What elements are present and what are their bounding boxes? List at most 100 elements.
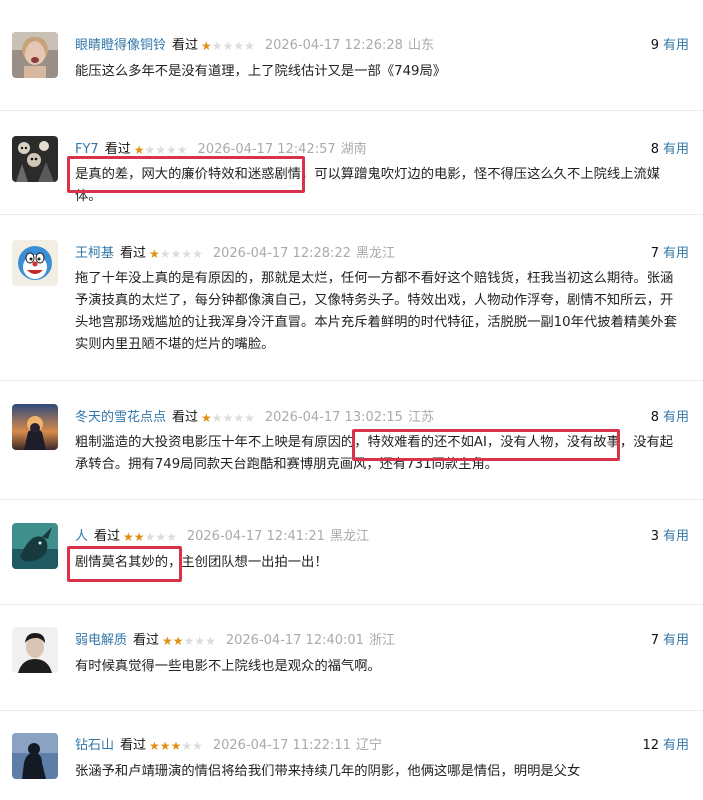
review-location: 黑龙江	[355, 246, 395, 261]
divider	[0, 110, 703, 111]
useful-vote-button[interactable]: 9 有用	[651, 36, 689, 56]
star-icon: ★	[211, 411, 223, 425]
useful-count: 8	[650, 142, 659, 157]
avatar[interactable]	[12, 523, 58, 569]
star-icon: ★	[144, 143, 156, 157]
divider	[0, 710, 703, 711]
review-time: 2026-04-17 12:40:01	[225, 633, 364, 648]
useful-label: 有用	[662, 142, 689, 157]
review-meta: 钻石山 看过 ★ ★ ★ ★ ★ 2026-04-17 11:22:11 辽宁	[75, 736, 382, 756]
useful-count: 7	[650, 633, 659, 648]
star-icon: ★	[181, 739, 193, 753]
star-icon: ★	[159, 739, 171, 753]
review-content: 能压这么多年不是没有道理，上了院线估计又是一部《749局》	[75, 64, 447, 79]
useful-vote-button[interactable]: 7 有用	[651, 244, 689, 264]
avatar[interactable]	[12, 733, 58, 779]
star-icon: ★	[192, 247, 203, 261]
star-icon: ★	[244, 411, 255, 425]
star-icon: ★	[170, 247, 182, 261]
review-content: 拖了十年没上真的是有原因的，那就是太烂，任何一方都不看好这个赔钱货，枉我当初这么…	[75, 271, 677, 352]
review-location: 辽宁	[355, 738, 382, 753]
watch-status: 看过	[120, 738, 147, 753]
watch-status: 看过	[94, 529, 121, 544]
star-icon: ★	[192, 739, 203, 753]
star-icon: ★	[172, 634, 184, 648]
avatar[interactable]	[12, 627, 58, 673]
star-icon: ★	[176, 143, 188, 157]
useful-label: 有用	[662, 529, 689, 544]
divider	[0, 214, 703, 215]
rating-stars: ★ ★ ★ ★ ★	[149, 740, 203, 752]
username-link[interactable]: 弱电解质	[75, 631, 127, 651]
star-icon: ★	[233, 39, 245, 53]
username-link[interactable]: 人	[75, 527, 88, 547]
star-icon: ★	[162, 634, 173, 648]
woman-portrait-icon	[12, 32, 58, 78]
rating-stars: ★ ★ ★ ★ ★	[201, 412, 255, 424]
useful-vote-button[interactable]: 8 有用	[651, 140, 689, 160]
cartoon-character-icon	[12, 240, 58, 286]
useful-count: 7	[650, 246, 659, 261]
star-icon: ★	[123, 530, 134, 544]
watch-status: 看过	[133, 633, 160, 648]
username-link[interactable]: 王柯基	[75, 244, 114, 264]
highlight-box	[352, 429, 620, 461]
star-icon: ★	[201, 39, 212, 53]
useful-label: 有用	[662, 738, 689, 753]
star-icon: ★	[170, 739, 182, 753]
useful-label: 有用	[662, 633, 689, 648]
star-icon: ★	[133, 530, 145, 544]
review-time: 2026-04-17 12:26:28	[264, 38, 403, 53]
star-icon: ★	[211, 39, 223, 53]
useful-vote-button[interactable]: 8 有用	[651, 408, 689, 428]
star-icon: ★	[155, 530, 167, 544]
review-time: 2026-04-17 13:02:15	[264, 410, 403, 425]
review-meta: 人 看过 ★ ★ ★ ★ ★ 2026-04-17 12:41:21 黑龙江	[75, 527, 369, 547]
review-meta: 眼睛瞪得像铜铃 看过 ★ ★ ★ ★ ★ 2026-04-17 12:26:28 山东	[75, 36, 434, 56]
review-content: 张涵予和卢靖珊演的情侣将给我们带来持续几年的阴影，他俩这哪是情侣，明明是父女	[75, 764, 581, 779]
sea-creature-icon	[12, 523, 58, 569]
useful-label: 有用	[662, 410, 689, 425]
star-icon: ★	[149, 247, 160, 261]
rating-stars: ★ ★ ★ ★ ★	[149, 248, 203, 260]
useful-label: 有用	[662, 246, 689, 261]
star-icon: ★	[194, 634, 206, 648]
useful-label: 有用	[662, 38, 689, 53]
rating-stars: ★ ★ ★ ★ ★	[201, 40, 255, 52]
review-location: 浙江	[368, 633, 395, 648]
review-time: 2026-04-17 11:22:11	[212, 738, 351, 753]
star-icon: ★	[144, 530, 156, 544]
star-icon: ★	[222, 411, 234, 425]
avatar[interactable]	[12, 32, 58, 78]
star-icon: ★	[205, 634, 216, 648]
silhouette-icon	[12, 733, 58, 779]
avatar[interactable]	[12, 240, 58, 286]
review-time: 2026-04-17 12:41:21	[186, 529, 325, 544]
username-link[interactable]: 钻石山	[75, 736, 114, 756]
review-meta: 王柯基 看过 ★ ★ ★ ★ ★ 2026-04-17 12:28:22 黑龙江	[75, 244, 395, 264]
rating-stars: ★ ★ ★ ★ ★	[134, 144, 188, 156]
review-location: 湖南	[340, 142, 367, 157]
avatar[interactable]	[12, 136, 58, 182]
avatar[interactable]	[12, 404, 58, 450]
review-time: 2026-04-17 12:28:22	[212, 246, 351, 261]
username-link[interactable]: 冬天的雪花点点	[75, 408, 166, 428]
man-portrait-icon	[12, 627, 58, 673]
useful-vote-button[interactable]: 3 有用	[651, 527, 689, 547]
useful-vote-button[interactable]: 7 有用	[651, 631, 689, 651]
sunset-figure-icon	[12, 404, 58, 450]
username-link[interactable]: 眼睛瞪得像铜铃	[75, 36, 166, 56]
useful-vote-button[interactable]: 12 有用	[642, 736, 689, 756]
divider	[0, 499, 703, 500]
star-icon: ★	[155, 143, 167, 157]
rating-stars: ★ ★ ★ ★ ★	[162, 635, 216, 647]
star-icon: ★	[159, 247, 171, 261]
highlight-box	[67, 156, 305, 193]
star-icon: ★	[233, 411, 245, 425]
horror-figures-icon	[12, 136, 58, 182]
star-icon: ★	[166, 530, 177, 544]
watch-status: 看过	[120, 246, 147, 261]
star-icon: ★	[183, 634, 195, 648]
divider	[0, 604, 703, 605]
rating-stars: ★ ★ ★ ★ ★	[123, 531, 177, 543]
